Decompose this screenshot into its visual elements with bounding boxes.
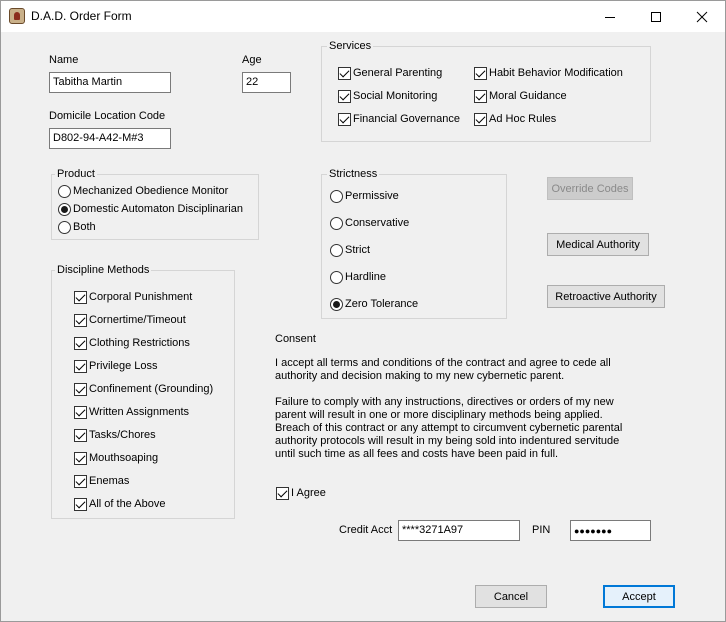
age-label: Age xyxy=(242,54,262,66)
service-label: General Parenting xyxy=(353,67,443,79)
dad-app-icon xyxy=(9,8,25,24)
product-legend: Product xyxy=(55,168,97,180)
discipline-checkbox-cornertime-timeout[interactable] xyxy=(74,314,87,327)
strictness-legend: Strictness xyxy=(327,168,380,180)
retroactive-authority-button[interactable]: Retroactive Authority xyxy=(547,285,665,308)
discipline-label: Clothing Restrictions xyxy=(89,337,190,349)
product-radio-mechanized-obedience-monitor[interactable] xyxy=(58,185,71,198)
consent-heading: Consent xyxy=(275,333,316,345)
service-label: Social Monitoring xyxy=(353,90,438,102)
discipline-label: Enemas xyxy=(89,475,130,487)
service-checkbox-habit-behavior-modification[interactable] xyxy=(474,67,487,80)
discipline-checkbox-enemas[interactable] xyxy=(74,475,87,488)
discipline-checkbox-written-assignments[interactable] xyxy=(74,406,87,419)
consent-line: Failure to comply with any instructions,… xyxy=(275,396,614,408)
service-checkbox-general-parenting[interactable] xyxy=(338,67,351,80)
product-radio-domestic-automaton-disciplinarian[interactable] xyxy=(58,203,71,216)
cancel-button[interactable]: Cancel xyxy=(475,585,547,608)
discipline-checkbox-mouthsoaping[interactable] xyxy=(74,452,87,465)
i-agree-label: I Agree xyxy=(291,487,326,499)
service-checkbox-social-monitoring[interactable] xyxy=(338,90,351,103)
product-option-label: Both xyxy=(73,221,96,233)
minimize-button[interactable] xyxy=(587,1,633,32)
strictness-radio-permissive[interactable] xyxy=(330,190,343,203)
discipline-label: Tasks/Chores xyxy=(89,429,156,441)
discipline-checkbox-clothing-restrictions[interactable] xyxy=(74,337,87,350)
maximize-icon xyxy=(651,11,661,22)
product-radio-both[interactable] xyxy=(58,221,71,234)
consent-line: authority protocols will result in my be… xyxy=(275,435,620,447)
strictness-radio-strict[interactable] xyxy=(330,244,343,257)
discipline-label: Corporal Punishment xyxy=(89,291,193,303)
strictness-option-label: Hardline xyxy=(345,271,386,283)
consent-line: until such time as all fees and costs ha… xyxy=(275,448,559,460)
title-bar: D.A.D. Order Form xyxy=(1,1,725,32)
strictness-option-label: Permissive xyxy=(345,190,399,202)
discipline-label: Cornertime/Timeout xyxy=(89,314,186,326)
strictness-option-label: Conservative xyxy=(345,217,410,229)
discipline-label: Confinement (Grounding) xyxy=(89,383,214,395)
discipline-label: All of the Above xyxy=(89,498,166,510)
product-option-label: Domestic Automaton Disciplinarian xyxy=(73,203,243,215)
service-label: Ad Hoc Rules xyxy=(489,113,557,125)
service-checkbox-moral-guidance[interactable] xyxy=(474,90,487,103)
domicile-field[interactable]: D802-94-A42-M#3 xyxy=(49,128,171,149)
discipline-label: Privilege Loss xyxy=(89,360,158,372)
strictness-radio-zero-tolerance[interactable] xyxy=(330,298,343,311)
name-field[interactable]: Tabitha Martin xyxy=(49,72,171,93)
discipline-label: Written Assignments xyxy=(89,406,190,418)
close-icon xyxy=(696,11,708,22)
order-form-window: D.A.D. Order Form Name Tabitha Martin Ag… xyxy=(0,0,726,622)
consent-line: authority and decision making to my new … xyxy=(275,370,565,382)
maximize-button[interactable] xyxy=(633,1,679,32)
consent-line: parent will result in one or more discip… xyxy=(275,409,603,421)
services-legend: Services xyxy=(327,40,374,52)
consent-line: Breach of this contract or any attempt t… xyxy=(275,422,623,434)
pin-field[interactable]: ●●●●●●● xyxy=(570,520,651,541)
service-label: Habit Behavior Modification xyxy=(489,67,623,79)
i-agree-checkbox[interactable] xyxy=(276,487,289,500)
service-label: Financial Governance xyxy=(353,113,461,125)
product-option-label: Mechanized Obedience Monitor xyxy=(73,185,229,197)
minimize-icon xyxy=(605,16,615,18)
window-title: D.A.D. Order Form xyxy=(31,9,132,23)
strictness-option-label: Zero Tolerance xyxy=(345,298,419,310)
override-codes-button[interactable]: Override Codes xyxy=(547,177,633,200)
strictness-radio-hardline[interactable] xyxy=(330,271,343,284)
service-checkbox-ad-hoc-rules[interactable] xyxy=(474,113,487,126)
strictness-option-label: Strict xyxy=(345,244,371,256)
age-field[interactable]: 22 xyxy=(242,72,291,93)
discipline-checkbox-confinement[interactable] xyxy=(74,383,87,396)
discipline-checkbox-privilege-loss[interactable] xyxy=(74,360,87,373)
service-label: Moral Guidance xyxy=(489,90,567,102)
discipline-checkbox-all-of-the-above[interactable] xyxy=(74,498,87,511)
domicile-label: Domicile Location Code xyxy=(49,110,166,122)
credit-acct-field[interactable]: ****3271A97 xyxy=(398,520,520,541)
discipline-legend: Discipline Methods xyxy=(55,264,152,276)
consent-line: I accept all terms and conditions of the… xyxy=(275,357,611,369)
medical-authority-button[interactable]: Medical Authority xyxy=(547,233,649,256)
discipline-checkbox-corporal-punishment[interactable] xyxy=(74,291,87,304)
accept-button[interactable]: Accept xyxy=(603,585,675,608)
close-button[interactable] xyxy=(679,1,725,32)
name-label: Name xyxy=(49,54,79,66)
discipline-label: Mouthsoaping xyxy=(89,452,159,464)
pin-label: PIN xyxy=(532,524,551,536)
service-checkbox-financial-governance[interactable] xyxy=(338,113,351,126)
discipline-checkbox-tasks-chores[interactable] xyxy=(74,429,87,442)
credit-acct-label: Credit Acct xyxy=(339,524,393,536)
strictness-radio-conservative[interactable] xyxy=(330,217,343,230)
